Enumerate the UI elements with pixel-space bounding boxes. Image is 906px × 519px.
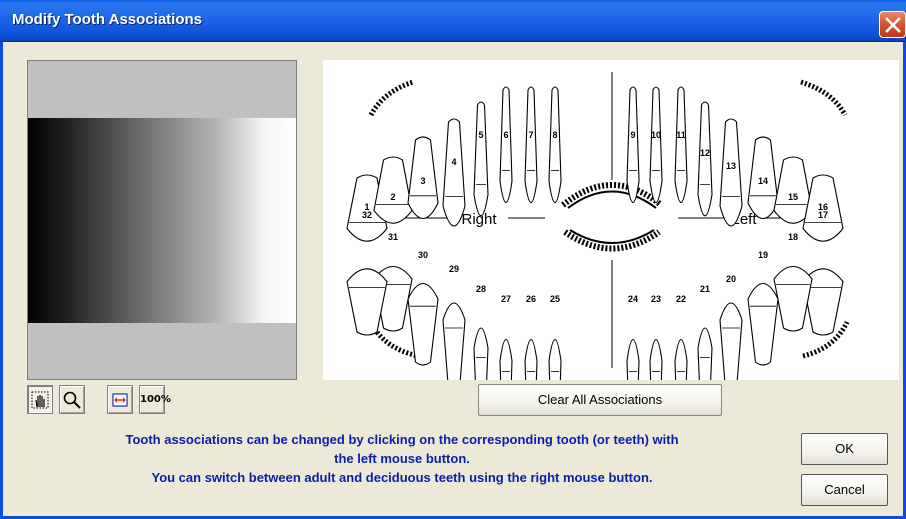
preview-image [28, 118, 296, 323]
deciduous-lower-arch[interactable] [563, 229, 661, 252]
actual-size-label: 100% [140, 394, 171, 405]
tooth-number-9: 9 [630, 130, 635, 140]
fit-width-button[interactable] [107, 385, 133, 414]
tooth-number-21: 21 [700, 284, 710, 294]
tooth-number-7: 7 [528, 130, 533, 140]
tooth-29[interactable]: 29 [442, 264, 466, 394]
tooth-10[interactable]: 10 [649, 86, 663, 204]
tooth-6[interactable]: 6 [499, 86, 513, 204]
tooth-number-13: 13 [726, 161, 736, 171]
tooth-24[interactable]: 24 [626, 294, 640, 456]
tooth-number-17: 17 [818, 210, 828, 220]
tooth-number-20: 20 [726, 274, 736, 284]
tooth-number-28: 28 [476, 284, 486, 294]
tooth-18[interactable]: 18 [773, 232, 813, 332]
tooth-20[interactable]: 20 [719, 274, 743, 394]
tooth-chart-drawing[interactable]: Right Left 12345 6 7 8 9 10 111213141516171819… [323, 60, 899, 456]
image-preview[interactable] [27, 60, 297, 380]
title-bar[interactable]: Modify Tooth Associations [0, 0, 906, 42]
tooth-number-18: 18 [788, 232, 798, 242]
tooth-12[interactable]: 12 [697, 101, 713, 217]
deciduous-upper-right[interactable] [368, 79, 414, 117]
instructions-line-3: You can switch between adult and deciduo… [151, 470, 653, 485]
tooth-number-32: 32 [362, 210, 372, 220]
tooth-23[interactable]: 23 [649, 294, 663, 456]
tooth-26[interactable]: 26 [524, 294, 538, 456]
tooth-16[interactable]: 16 [802, 174, 844, 242]
tooth-4[interactable]: 4 [442, 118, 466, 227]
deciduous-upper-arch[interactable] [561, 182, 663, 209]
tooth-number-8: 8 [552, 130, 557, 140]
tooth-9[interactable]: 9 [626, 86, 640, 204]
tooth-number-31: 31 [388, 232, 398, 242]
tooth-number-2: 2 [390, 192, 395, 202]
tooth-3[interactable]: 3 [407, 136, 439, 220]
tooth-13[interactable]: 13 [719, 118, 743, 227]
tooth-11[interactable]: 11 [674, 86, 688, 204]
tooth-14[interactable]: 14 [747, 136, 779, 220]
tooth-7[interactable]: 7 [524, 86, 538, 204]
instructions-text: Tooth associations can be changed by cli… [14, 430, 790, 487]
tooth-number-6: 6 [503, 130, 508, 140]
close-icon [885, 17, 901, 33]
tooth-number-24: 24 [628, 294, 638, 304]
tooth-number-11: 11 [676, 130, 686, 140]
tooth-number-27: 27 [501, 294, 511, 304]
tooth-number-29: 29 [449, 264, 459, 274]
tooth-number-4: 4 [451, 157, 456, 167]
tooth-number-12: 12 [700, 148, 710, 158]
tooth-22[interactable]: 22 [674, 294, 688, 456]
tooth-number-25: 25 [550, 294, 560, 304]
magnifier-icon [63, 391, 81, 409]
tooth-number-22: 22 [676, 294, 686, 304]
tooth-number-5: 5 [478, 130, 483, 140]
ok-button[interactable]: OK [801, 433, 888, 465]
tooth-19[interactable]: 19 [747, 250, 779, 366]
tooth-8[interactable]: 8 [548, 86, 562, 204]
tooth-number-14: 14 [758, 176, 768, 186]
actual-size-button[interactable]: 100% [139, 385, 171, 414]
tooth-30[interactable]: 30 [407, 250, 439, 366]
tooth-27[interactable]: 27 [499, 294, 513, 456]
tooth-28[interactable]: 28 [473, 284, 489, 436]
tooth-25[interactable]: 25 [548, 294, 562, 456]
tooth-number-23: 23 [651, 294, 661, 304]
tooth-21[interactable]: 21 [697, 284, 713, 436]
fit-width-icon [112, 393, 128, 407]
tooth-chart[interactable]: Right Left 1 2 3 4 5 6 7 8 9 10 11 12 13 14 15 16 17 18 19… [323, 60, 899, 456]
tooth-number-26: 26 [526, 294, 536, 304]
hand-icon [31, 391, 49, 409]
window-title: Modify Tooth Associations [12, 11, 202, 28]
deciduous-upper-left[interactable] [800, 79, 848, 117]
tooth-number-3: 3 [420, 176, 425, 186]
clear-all-associations-button[interactable]: Clear All Associations [478, 384, 722, 416]
cancel-button[interactable]: Cancel [801, 474, 888, 506]
hand-tool-button[interactable] [27, 385, 53, 414]
zoom-tool-button[interactable] [59, 385, 85, 414]
instructions-line-2: the left mouse button. [334, 451, 470, 466]
tooth-number-19: 19 [758, 250, 768, 260]
tooth-5[interactable]: 5 [473, 101, 489, 217]
tooth-number-30: 30 [418, 250, 428, 260]
instructions-line-1: Tooth associations can be changed by cli… [125, 432, 679, 447]
close-button[interactable] [879, 11, 906, 38]
tooth-2[interactable]: 2 [373, 156, 413, 224]
tooth-number-10: 10 [651, 130, 661, 140]
tooth-number-15: 15 [788, 192, 798, 202]
